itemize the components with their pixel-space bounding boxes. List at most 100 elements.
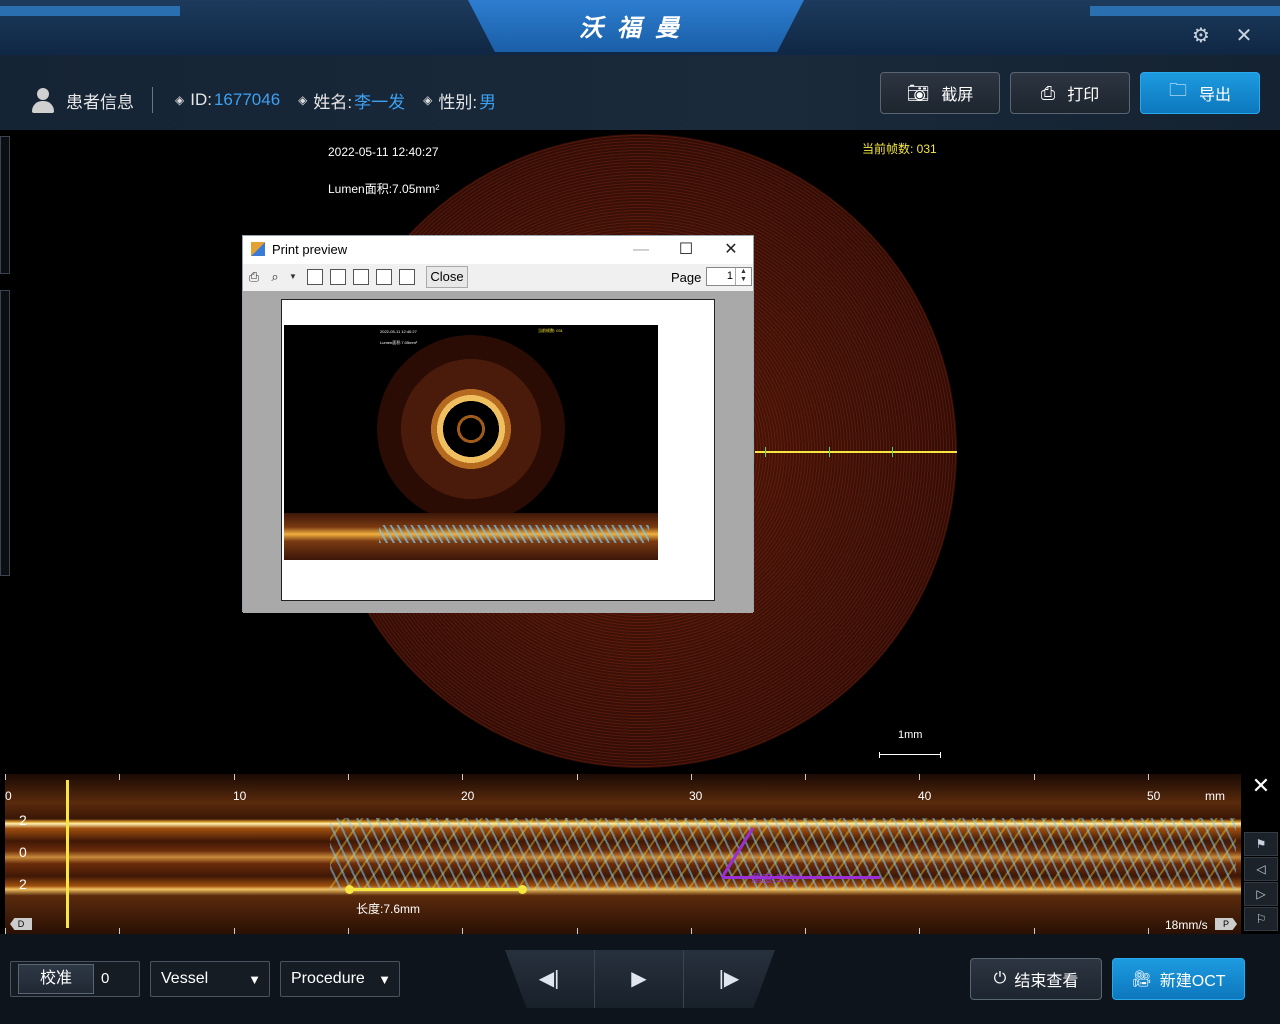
distal-badge: D	[10, 918, 32, 930]
oct-datetime: 2022-05-11 12:40:27	[328, 145, 439, 159]
patient-info: 患者信息 ◈ ID: 1677046 ◈ 姓名: 李一发 ◈ 性别: 男	[30, 87, 510, 113]
patient-gender: ◈ 性别: 男	[419, 88, 496, 113]
scale-bar	[879, 752, 941, 758]
prev-frame-icon[interactable]: ◀|	[505, 950, 593, 1008]
title-bar: 沃福曼 ⚙ ✕	[0, 0, 1280, 55]
frame-cursor[interactable]	[66, 780, 69, 928]
calibration-value: 0	[101, 970, 110, 987]
patient-id-value: 1677046	[213, 90, 281, 109]
play-icon[interactable]: ▶	[595, 950, 683, 1008]
export-label: 导出	[1198, 87, 1231, 104]
print-label: 打印	[1067, 87, 1100, 104]
y-tick-label: 2	[19, 876, 27, 892]
user-icon	[30, 87, 56, 113]
chevron-down-icon[interactable]: ▼	[285, 269, 301, 285]
camera-icon: 📷︎	[906, 82, 930, 103]
close-icon[interactable]: ✕	[1233, 25, 1255, 47]
x-tick-label: 50	[1147, 789, 1161, 803]
vessel-select[interactable]: Vessel ▼	[150, 961, 270, 997]
divider	[683, 950, 684, 1008]
app-title: 沃福曼	[579, 14, 693, 42]
page-label: Page	[671, 270, 702, 285]
next-marker-icon[interactable]: ▷	[1244, 882, 1278, 906]
screenshot-label: 截屏	[941, 87, 974, 104]
patient-name: ◈ 姓名: 李一发	[294, 88, 405, 113]
x-tick-label: 40	[918, 789, 932, 803]
length-measurement[interactable]	[345, 885, 527, 894]
ruler-tick	[1148, 774, 1149, 780]
patient-id-label: ID:	[190, 90, 212, 109]
side-panel-tab[interactable]	[0, 290, 10, 576]
screenshot-button[interactable]: 📷︎ 截屏	[880, 72, 1000, 114]
length-label: 长度:7.6mm	[356, 902, 421, 916]
four-pages-icon[interactable]	[376, 269, 392, 285]
ruler-tick	[1034, 774, 1035, 780]
end-view-button[interactable]: ⏻ 结束查看	[970, 958, 1102, 1000]
export-button[interactable]: 🗀 导出	[1140, 72, 1260, 114]
printer-icon: ⎙	[1040, 82, 1056, 103]
ruler-line[interactable]	[755, 447, 957, 457]
ruler-tick	[462, 774, 463, 780]
ruler-tick	[805, 774, 806, 780]
new-oct-button[interactable]: 🎥︎ 新建OCT	[1112, 958, 1245, 1000]
ruler-tick	[577, 774, 578, 780]
minimize-icon[interactable]: —	[629, 239, 653, 261]
preview-image: 2022-05-11 12:40:27 Lumen面积:7.05mm² 当前帧数…	[284, 325, 658, 560]
procedure-select[interactable]: Procedure ▼	[280, 961, 400, 997]
ruler-tick	[234, 774, 235, 780]
diamond-icon: ◈	[175, 93, 185, 107]
x-tick-label: 20	[461, 789, 475, 803]
preview-area[interactable]: 2022-05-11 12:40:27 Lumen面积:7.05mm² 当前帧数…	[243, 291, 753, 613]
frame-count: 当前帧数: 031	[862, 142, 937, 156]
three-pages-icon[interactable]	[353, 269, 369, 285]
preview-datetime: 2022-05-11 12:40:27	[380, 329, 417, 334]
pullback-speed: 18mm/s	[1165, 918, 1208, 932]
x-tick-label: 10	[233, 789, 247, 803]
ruler-tick	[119, 774, 120, 780]
scale-bar-label: 1mm	[898, 729, 923, 741]
new-oct-label: 新建OCT	[1159, 973, 1226, 990]
print-icon[interactable]: ⎙	[246, 269, 262, 285]
patient-gender-value: 男	[479, 92, 497, 112]
prev-marker-icon[interactable]: ◁	[1244, 857, 1278, 881]
x-tick-label: 30	[689, 789, 703, 803]
preview-longitudinal	[284, 513, 658, 560]
title-stripe-right	[1090, 6, 1280, 16]
x-unit-label: mm	[1205, 789, 1225, 803]
preview-close-button[interactable]: Close	[426, 266, 468, 288]
title-stripe-left	[0, 6, 180, 16]
camera-icon: 🎥︎	[1131, 971, 1152, 988]
dropdown-arrow-icon: ▼	[248, 971, 261, 987]
calibrate-button[interactable]: 校准	[18, 964, 94, 994]
preview-frame-count: 当前帧数: 031	[538, 328, 563, 333]
zoom-icon[interactable]: ⌕	[267, 269, 283, 285]
two-pages-icon[interactable]	[330, 269, 346, 285]
folder-export-icon: 🗀	[1168, 80, 1187, 100]
six-pages-icon[interactable]	[399, 269, 415, 285]
maximize-icon[interactable]: ☐	[674, 239, 698, 261]
side-panel-tab[interactable]	[0, 136, 10, 274]
close-icon[interactable]: ✕	[1250, 775, 1272, 797]
close-icon[interactable]: ✕	[719, 239, 743, 261]
dialog-title-bar[interactable]: Print preview — ☐ ✕	[243, 236, 753, 264]
preview-cross-section	[377, 335, 565, 523]
print-preview-dialog[interactable]: Print preview — ☐ ✕ ⎙ ⌕ ▼ Close Page 1 ▲…	[242, 235, 754, 613]
patient-name-value: 李一发	[354, 92, 406, 112]
diamond-icon: ◈	[423, 93, 433, 107]
gear-icon[interactable]: ⚙	[1190, 25, 1212, 47]
dropdown-arrow-icon: ▼	[378, 971, 391, 987]
page-spinner[interactable]: ▲ ▼	[735, 268, 751, 285]
one-page-icon[interactable]	[307, 269, 323, 285]
patient-section-label: 患者信息	[66, 92, 134, 112]
print-button[interactable]: ⎙ 打印	[1010, 72, 1130, 114]
x-tick-label: 0	[5, 789, 12, 803]
angle-label: 角度:59.5°	[751, 873, 802, 885]
y-tick-label: 2	[19, 812, 27, 828]
next-frame-icon[interactable]: |▶	[685, 950, 773, 1008]
flag-icon[interactable]: ⚑	[1244, 832, 1278, 856]
patient-id: ◈ ID: 1677046	[171, 90, 280, 110]
remove-flag-icon[interactable]: ⚐	[1244, 907, 1278, 931]
vessel-select-value: Vessel	[161, 970, 209, 987]
longitudinal-view[interactable]: 0 10 20 30 40 50 mm 2 0 2 长度:7.6mm 角度:59…	[0, 774, 1280, 934]
ruler-tick	[5, 774, 6, 780]
